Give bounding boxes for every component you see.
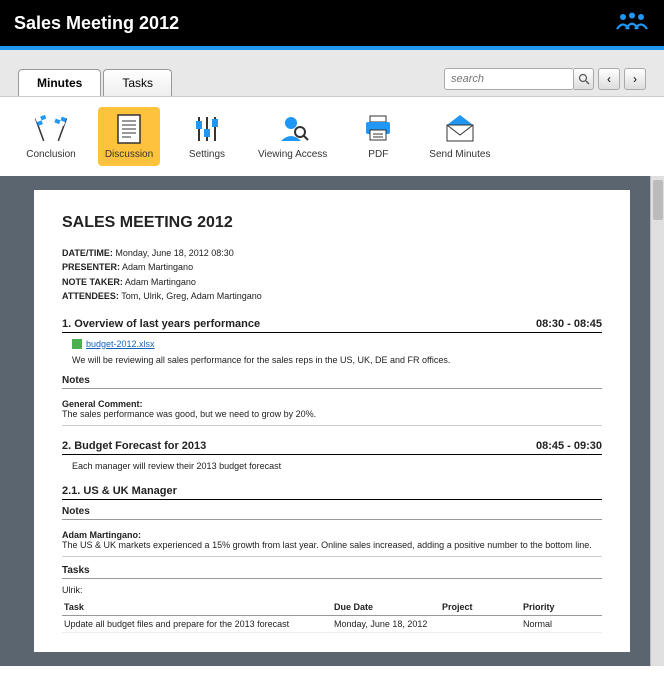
vertical-scrollbar[interactable] (650, 176, 664, 666)
tab-tasks[interactable]: Tasks (103, 69, 172, 96)
tasks-heading: Tasks (62, 565, 602, 579)
agenda-title: 2.1. US & UK Manager (62, 485, 177, 497)
agenda-subitem: 2.1. US & UK Manager Notes Adam Martinga… (62, 485, 602, 633)
tool-send-minutes[interactable]: Send Minutes (425, 107, 494, 166)
tool-label: Settings (189, 149, 225, 160)
search-area: ‹ › (444, 68, 646, 96)
notes-heading: Notes (62, 506, 602, 520)
toolbar: Conclusion Discussion Settings Viewing A… (0, 97, 664, 176)
tool-label: PDF (368, 149, 388, 160)
agenda-item: 1. Overview of last years performance 08… (62, 318, 602, 426)
task-row: Update all budget files and prepare for … (62, 615, 602, 632)
tool-settings[interactable]: Settings (176, 107, 238, 166)
note-author: General Comment: (62, 399, 602, 409)
note: Adam Martingano: The US & UK markets exp… (62, 526, 602, 557)
tool-label: Send Minutes (429, 149, 490, 160)
tabs: Minutes Tasks (18, 69, 174, 96)
document-viewport: SALES MEETING 2012 DATE/TIME: Monday, Ju… (0, 176, 664, 666)
task-project (440, 615, 521, 632)
agenda-title: 1. Overview of last years performance (62, 318, 260, 330)
meta-value: Adam Martingano (122, 262, 193, 272)
nav-prev-button[interactable]: ‹ (598, 68, 620, 90)
search-icon (578, 73, 590, 85)
tool-pdf[interactable]: PDF (347, 107, 409, 166)
agenda-description: Each manager will review their 2013 budg… (72, 461, 602, 471)
tab-row: Minutes Tasks ‹ › (0, 60, 664, 97)
col-task: Task (62, 599, 332, 616)
tool-label: Conclusion (26, 149, 75, 160)
meta-value: Tom, Ulrik, Greg, Adam Martingano (121, 291, 262, 301)
printer-icon (360, 113, 396, 145)
flags-icon (33, 113, 69, 145)
agenda-header: 2.2. DE Manager (62, 651, 602, 652)
tool-discussion[interactable]: Discussion (98, 107, 160, 166)
search-input[interactable] (444, 68, 574, 90)
tool-label: Viewing Access (258, 149, 327, 160)
col-priority: Priority (521, 599, 602, 616)
nav-next-button[interactable]: › (624, 68, 646, 90)
meta-label: DATE/TIME: (62, 248, 113, 258)
task-assignee: Ulrik: (62, 585, 602, 595)
meta-value: Monday, June 18, 2012 08:30 (115, 248, 233, 258)
doc-meta: DATE/TIME: Monday, June 18, 2012 08:30 P… (62, 246, 602, 304)
window-title: Sales Meeting 2012 (14, 13, 179, 34)
agenda-description: We will be reviewing all sales performan… (72, 355, 602, 365)
document-icon (111, 113, 147, 145)
user-search-icon (275, 113, 311, 145)
agenda-time: 08:30 - 08:45 (536, 318, 602, 330)
note-author: Adam Martingano: (62, 530, 602, 540)
search-button[interactable] (574, 68, 594, 90)
agenda-title: 2. Budget Forecast for 2013 (62, 440, 206, 452)
envelope-icon (442, 113, 478, 145)
task-priority: Normal (521, 615, 602, 632)
agenda-time: 08:45 - 09:30 (536, 440, 602, 452)
tab-minutes[interactable]: Minutes (18, 69, 101, 96)
notes-heading: Notes (62, 375, 602, 389)
note: General Comment: The sales performance w… (62, 395, 602, 426)
app-window: Sales Meeting 2012 Minutes Tasks ‹ › Con… (0, 0, 664, 679)
tool-conclusion[interactable]: Conclusion (20, 107, 82, 166)
col-due: Due Date (332, 599, 440, 616)
scrollbar-thumb[interactable] (653, 180, 663, 220)
attachment-link[interactable]: budget-2012.xlsx (86, 339, 155, 349)
meta-label: PRESENTER: (62, 262, 120, 272)
task-desc: Update all budget files and prepare for … (62, 615, 332, 632)
task-due: Monday, June 18, 2012 (332, 615, 440, 632)
agenda-header: 2. Budget Forecast for 2013 08:45 - 09:3… (62, 440, 602, 455)
sliders-icon (189, 113, 225, 145)
col-project: Project (440, 599, 521, 616)
agenda-header: 1. Overview of last years performance 08… (62, 318, 602, 333)
tool-label: Discussion (105, 149, 153, 160)
app-logo-icon (614, 8, 650, 38)
chevron-right-icon: › (633, 72, 637, 86)
meta-label: ATTENDEES: (62, 291, 119, 301)
meta-value: Adam Martingano (125, 277, 196, 287)
xlsx-icon (72, 339, 82, 349)
agenda-item: 2. Budget Forecast for 2013 08:45 - 09:3… (62, 440, 602, 471)
agenda-header: 2.1. US & UK Manager (62, 485, 602, 500)
meta-label: NOTE TAKER: (62, 277, 123, 287)
agenda-title: 2.2. DE Manager (62, 651, 147, 652)
doc-title: SALES MEETING 2012 (62, 214, 602, 232)
tool-viewing-access[interactable]: Viewing Access (254, 107, 331, 166)
document: SALES MEETING 2012 DATE/TIME: Monday, Ju… (34, 190, 630, 652)
titlebar: Sales Meeting 2012 (0, 0, 664, 46)
spacer (0, 50, 664, 60)
agenda-subitem: 2.2. DE Manager Notes (62, 651, 602, 652)
attachment: budget-2012.xlsx (72, 339, 602, 349)
chevron-left-icon: ‹ (607, 72, 611, 86)
note-body: The US & UK markets experienced a 15% gr… (62, 540, 592, 550)
task-table: Task Due Date Project Priority Update al… (62, 599, 602, 633)
note-body: The sales performance was good, but we n… (62, 409, 316, 419)
